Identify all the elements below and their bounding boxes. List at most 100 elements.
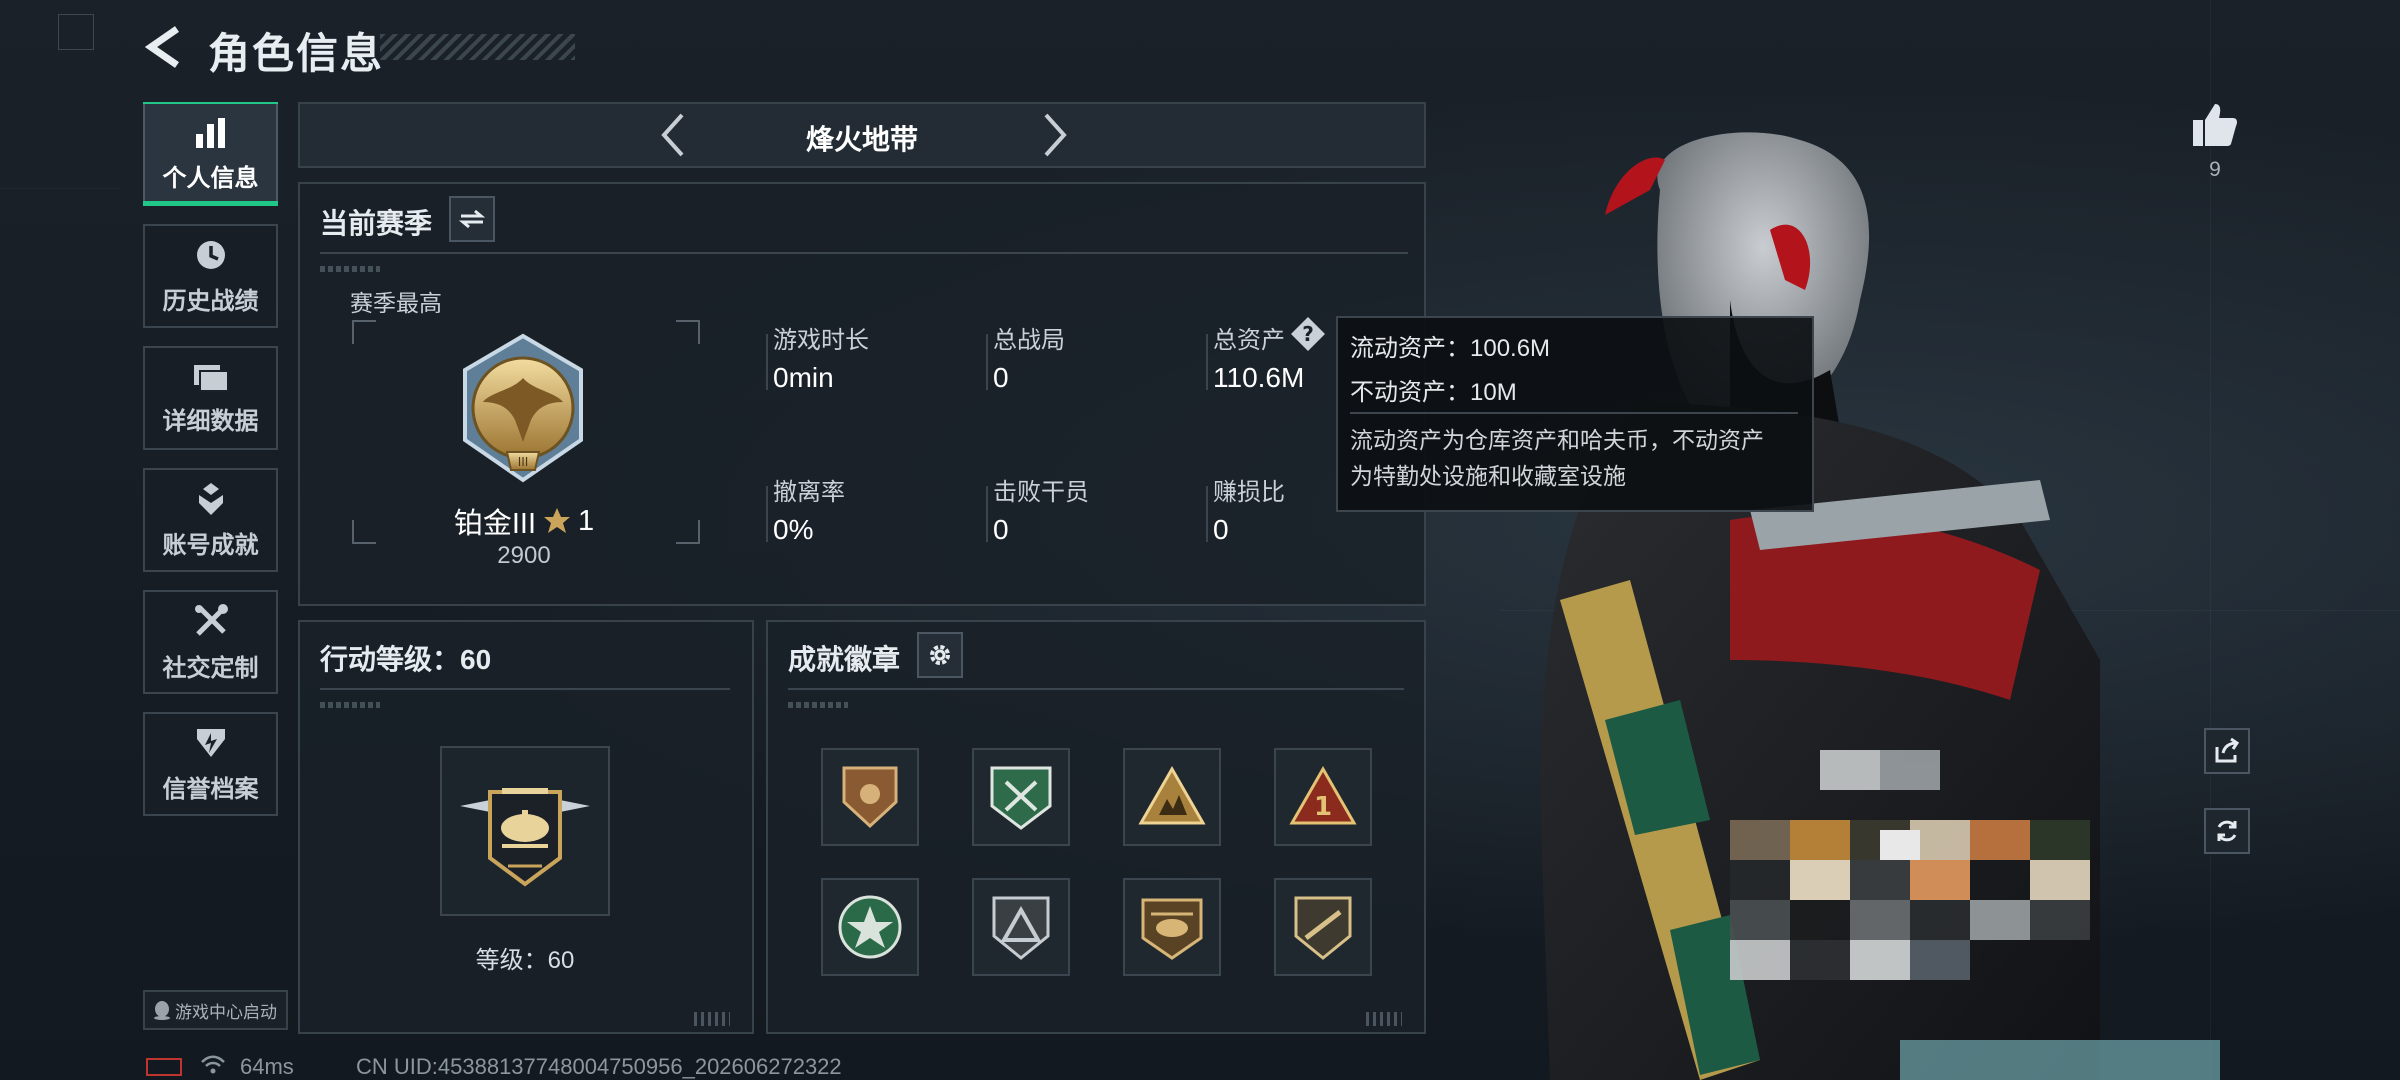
tools-icon xyxy=(194,603,228,636)
rank-stars: 1 xyxy=(578,504,595,537)
gear-icon xyxy=(930,645,950,665)
back-arrow-icon xyxy=(145,26,179,68)
frame-corner xyxy=(676,520,700,544)
bar-chart-icon xyxy=(195,117,225,148)
achievement-badge[interactable] xyxy=(972,748,1070,846)
action-level-badge-frame xyxy=(440,746,610,916)
sidebar-item-label: 账号成就 xyxy=(162,531,259,559)
tooltip-fixed-assets: 不动资产：10M xyxy=(1350,379,1517,406)
stat-marker xyxy=(1206,334,1208,390)
helicopter-badge-icon xyxy=(1141,898,1203,960)
tooltip-desc-line1: 流动资产为仓库资产和哈夫币，不动资产 xyxy=(1350,427,1764,453)
divider xyxy=(788,688,1404,690)
corner-decoration xyxy=(694,1012,730,1026)
achievement-badge[interactable] xyxy=(1123,878,1221,976)
penguin-icon xyxy=(154,1001,170,1020)
frame-corner xyxy=(352,320,376,344)
thumbs-up-icon xyxy=(2193,104,2237,146)
green-crest-badge-icon xyxy=(990,766,1052,830)
stat-label-kills: 击败干员 xyxy=(993,479,1089,506)
like-count: 9 xyxy=(2209,158,2221,181)
sidebar-item-achievements[interactable]: 账号成就 xyxy=(143,468,278,572)
stat-label-profit-ratio: 赚损比 xyxy=(1213,479,1285,506)
achievement-badge[interactable] xyxy=(1274,878,1372,976)
back-button[interactable] xyxy=(140,22,190,72)
character-render xyxy=(1540,132,2220,1080)
achievement-badge[interactable] xyxy=(821,878,919,976)
sidebar-item-label: 历史战绩 xyxy=(162,287,259,315)
sidebar-item-profile[interactable]: 个人信息 xyxy=(143,102,278,206)
stat-marker xyxy=(986,334,988,390)
svg-text:III: III xyxy=(518,455,529,469)
star-icon xyxy=(544,508,571,533)
achievement-shield-icon xyxy=(198,482,223,515)
helicopter-emblem xyxy=(460,788,590,887)
next-mode-button[interactable] xyxy=(1030,110,1080,160)
grid-decoration xyxy=(0,188,120,189)
stat-marker xyxy=(766,486,768,542)
divider xyxy=(320,252,1408,254)
sidebar-item-label: 详细数据 xyxy=(162,407,259,435)
stat-label-assets: 总资产 xyxy=(1213,327,1285,354)
achievements-settings-button[interactable] xyxy=(917,632,963,678)
tooltip-desc-line2: 为特勤处设施和收藏室设施 xyxy=(1350,463,1626,489)
switch-arrows-icon xyxy=(459,209,485,229)
stat-label-matches: 总战局 xyxy=(993,327,1065,354)
gold-triangle-badge-icon xyxy=(1138,765,1206,825)
game-center-label: 游戏中心启动 xyxy=(175,1002,277,1022)
tooltip-divider xyxy=(1350,412,1798,414)
svg-text:1: 1 xyxy=(1314,792,1332,822)
stripe-decoration xyxy=(788,702,848,708)
tooltip-liquid-assets: 流动资产：100.6M xyxy=(1350,335,1551,362)
history-clock-icon xyxy=(196,240,225,269)
season-best-label: 赛季最高 xyxy=(350,290,442,316)
sidebar-item-label: 个人信息 xyxy=(162,164,259,192)
divider xyxy=(320,688,730,690)
stripe-decoration xyxy=(320,702,380,708)
frame-corner xyxy=(676,320,700,344)
stat-marker xyxy=(986,486,988,542)
mode-title: 烽火地带 xyxy=(805,124,918,155)
corner-decoration xyxy=(1366,1012,1402,1026)
action-level-label: 等级：60 xyxy=(475,947,575,974)
action-level-title: 行动等级：60 xyxy=(320,644,492,675)
asset-tooltip: 流动资产：100.6M 不动资产：10M 流动资产为仓库资产和哈夫币，不动资产 … xyxy=(1336,316,1814,512)
stat-value-extraction-rate: 0% xyxy=(773,514,814,545)
sidebar-item-reputation[interactable]: 信誉档案 xyxy=(143,712,278,816)
rifle-shield-badge-icon xyxy=(1294,896,1352,960)
achievement-badge[interactable] xyxy=(1123,748,1221,846)
frame-corner xyxy=(352,520,376,544)
folder-stack-icon xyxy=(193,364,229,392)
reputation-badge-icon xyxy=(196,728,225,757)
sidebar-item-details[interactable]: 详细数据 xyxy=(143,346,278,450)
sidebar-item-social[interactable]: 社交定制 xyxy=(143,590,278,694)
stat-marker xyxy=(1206,486,1208,542)
share-button[interactable] xyxy=(2204,728,2250,774)
stat-value-kills: 0 xyxy=(993,514,1009,545)
like-button[interactable] xyxy=(2186,96,2244,154)
corner-decoration xyxy=(58,14,94,50)
achievement-badge[interactable] xyxy=(972,878,1070,976)
achievement-badge[interactable] xyxy=(821,748,919,846)
achievement-badge[interactable]: 1 xyxy=(1274,748,1372,846)
rank-title: 铂金III 1 xyxy=(378,500,670,542)
refresh-icon xyxy=(2217,820,2237,842)
silver-triangle-badge-icon xyxy=(992,896,1050,960)
achievements-title: 成就徽章 xyxy=(788,644,901,675)
share-icon xyxy=(2215,737,2240,763)
ping-value: 64ms xyxy=(240,1054,294,1079)
red-triangle-badge-icon: 1 xyxy=(1289,765,1357,825)
game-center-launch[interactable]: 游戏中心启动 xyxy=(143,990,288,1030)
sidebar-item-history[interactable]: 历史战绩 xyxy=(143,224,278,328)
stat-marker xyxy=(766,334,768,390)
refresh-button[interactable] xyxy=(2204,808,2250,854)
green-star-badge-icon xyxy=(838,895,902,959)
battery-icon xyxy=(146,1058,182,1076)
stat-value-assets: 110.6M xyxy=(1213,362,1305,393)
question-diamond-icon: ? xyxy=(1291,317,1325,351)
asset-help-button[interactable]: ? xyxy=(1290,316,1326,352)
stat-label-extraction-rate: 撤离率 xyxy=(773,479,845,506)
wifi-icon xyxy=(201,1055,225,1074)
season-switch-button[interactable] xyxy=(449,196,495,242)
stat-value-profit-ratio: 0 xyxy=(1213,514,1229,545)
